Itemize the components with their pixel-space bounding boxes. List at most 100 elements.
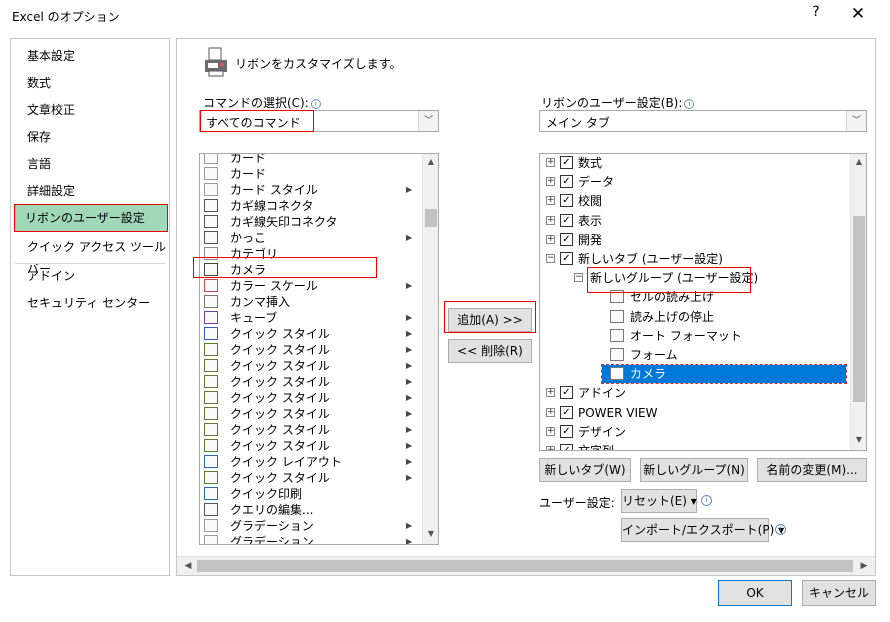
ribbon-tree-item[interactable]: + ✓ データ <box>540 173 846 191</box>
help-button[interactable]: ? <box>806 4 826 26</box>
ribbon-tree-item[interactable]: − 新しいグループ (ユーザー設定) <box>540 269 846 287</box>
ribbon-tree-item[interactable]: + ✓ 表示 <box>540 212 846 230</box>
scroll-left-icon[interactable]: ◀ <box>181 559 195 573</box>
command-list-item[interactable]: クイック スタイル ▶ <box>200 422 420 438</box>
checkbox[interactable]: ✓ <box>560 386 573 400</box>
ribbon-tree-item[interactable]: − ✓ 新しいタブ (ユーザー設定) <box>540 250 846 268</box>
command-list-item[interactable]: クイック レイアウト ▶ <box>200 454 420 470</box>
command-list-item[interactable]: グラデーション ▶ <box>200 518 420 534</box>
command-list-item[interactable]: カギ線コネクタ <box>200 198 420 214</box>
horizontal-scrollbar[interactable]: ◀ ▶ <box>177 556 875 575</box>
nav-item-save[interactable]: 保存 <box>17 126 167 148</box>
command-list-item[interactable]: カード <box>200 166 420 182</box>
command-list-item[interactable]: カラー スケール ▶ <box>200 278 420 294</box>
ribbon-tree-item[interactable]: + ✓ 数式 <box>540 154 846 172</box>
expand-icon[interactable]: + <box>546 407 555 417</box>
checkbox[interactable]: ✓ <box>560 194 573 208</box>
rename-button[interactable]: 名前の変更(M)... <box>757 458 867 482</box>
ribbon-tree-item[interactable]: セルの読み上げ <box>540 288 846 306</box>
checkbox[interactable]: ✓ <box>560 175 573 189</box>
ribbon-tree-item[interactable]: フォーム <box>540 346 846 364</box>
command-list-item[interactable]: カギ線矢印コネクタ <box>200 214 420 230</box>
scroll-thumb[interactable] <box>853 216 865 402</box>
expand-icon[interactable]: + <box>546 196 555 206</box>
scroll-right-icon[interactable]: ▶ <box>857 559 871 573</box>
command-list-item[interactable]: カード スタイル ▶ <box>200 182 420 198</box>
command-list-item[interactable]: かっこ ▶ <box>200 230 420 246</box>
scroll-up-icon[interactable]: ▲ <box>423 154 438 170</box>
nav-item-general[interactable]: 基本設定 <box>17 45 167 67</box>
import-export-button[interactable]: インポート/エクスポート(P) ▾ <box>621 518 784 542</box>
ribbon-scrollbar[interactable]: ▲ ▼ <box>850 154 866 450</box>
command-list-item[interactable]: クイック スタイル ▶ <box>200 390 420 406</box>
reset-button[interactable]: リセット(E) ▾ <box>621 489 697 513</box>
nav-item-addins[interactable]: アドイン <box>17 265 167 287</box>
command-list-item[interactable]: クイック スタイル ▶ <box>200 470 420 486</box>
expand-icon[interactable]: + <box>546 426 555 436</box>
command-list-item[interactable]: カテゴリ <box>200 246 420 262</box>
ribbon-tree-item[interactable]: カメラ <box>601 364 847 385</box>
add-button[interactable]: 追加(A) >> <box>448 308 532 332</box>
ribbon-tree-item[interactable]: + ✓ アドイン <box>540 384 846 402</box>
close-button[interactable]: ✕ <box>848 4 868 26</box>
nav-item-quick-access-toolbar[interactable]: クイック アクセス ツール バー <box>17 236 167 276</box>
collapse-icon[interactable]: − <box>574 273 583 283</box>
expand-icon[interactable]: + <box>546 234 555 244</box>
command-list-item[interactable]: カメラ <box>200 262 420 278</box>
customize-ribbon-dropdown[interactable]: メイン タブ ﹀ <box>539 110 867 132</box>
chevron-down-icon[interactable]: ﹀ <box>418 111 438 131</box>
expand-icon[interactable]: + <box>546 177 555 187</box>
nav-item-formulas[interactable]: 数式 <box>17 72 167 94</box>
ribbon-tree-item[interactable]: + ✓ デザイン <box>540 423 846 441</box>
command-list-item[interactable]: クイック スタイル ▶ <box>200 438 420 454</box>
nav-item-trust-center[interactable]: セキュリティ センター <box>17 292 167 314</box>
ribbon-tree-item[interactable]: + ✓ POWER VIEW <box>540 404 846 422</box>
checkbox[interactable]: ✓ <box>560 213 573 227</box>
scroll-down-icon[interactable]: ▼ <box>851 432 866 448</box>
ribbon-tree-item[interactable]: オート フォーマット <box>540 327 846 345</box>
checkbox[interactable]: ✓ <box>560 156 573 169</box>
command-list-item[interactable]: グラデーション ▶ <box>200 534 420 544</box>
scroll-thumb[interactable] <box>197 560 853 572</box>
chevron-down-icon[interactable]: ﹀ <box>846 111 866 131</box>
nav-item-customize-ribbon[interactable]: リボンのユーザー設定 <box>14 204 168 232</box>
command-list-item[interactable]: クイック スタイル ▶ <box>200 358 420 374</box>
scroll-down-icon[interactable]: ▼ <box>423 526 438 542</box>
command-list-item[interactable]: クイック スタイル ▶ <box>200 342 420 358</box>
collapse-icon[interactable]: − <box>546 254 555 263</box>
new-tab-button[interactable]: 新しいタブ(W) <box>539 458 631 482</box>
scroll-up-icon[interactable]: ▲ <box>851 154 866 170</box>
remove-button[interactable]: << 削除(R) <box>448 339 532 363</box>
commands-scrollbar[interactable]: ▲ ▼ <box>422 154 438 544</box>
command-list-item[interactable]: カード <box>200 154 420 166</box>
expand-icon[interactable]: + <box>546 388 555 398</box>
checkbox[interactable]: ✓ <box>560 252 573 265</box>
ribbon-tree[interactable]: + ✓ 数式 + ✓ データ + ✓ 校閲 + ✓ 表示 + ✓ 開発 − ✓ 新しいタブ (ユーザー設定) − 新し… <box>539 153 867 451</box>
nav-item-proofing[interactable]: 文章校正 <box>17 99 167 121</box>
cancel-button[interactable]: キャンセル <box>802 580 876 606</box>
commands-list[interactable]: カード カード カード スタイル ▶ カギ線コネクタ カギ線矢印コネクタ かっこ ▶ カテゴリカ… <box>199 153 439 545</box>
ribbon-tree-item[interactable]: + ✓ 文字列 <box>540 442 846 450</box>
ribbon-tree-item[interactable]: 読み上げの停止 <box>540 308 846 326</box>
nav-item-language[interactable]: 言語 <box>17 153 167 175</box>
command-list-item[interactable]: クイック スタイル ▶ <box>200 374 420 390</box>
choose-commands-dropdown[interactable]: すべてのコマンド ﹀ <box>199 110 439 132</box>
new-group-button[interactable]: 新しいグループ(N) <box>640 458 748 482</box>
nav-item-advanced[interactable]: 詳細設定 <box>17 180 167 202</box>
command-list-item[interactable]: クイック スタイル ▶ <box>200 406 420 422</box>
command-list-item[interactable]: カンマ挿入 <box>200 294 420 310</box>
checkbox[interactable]: ✓ <box>560 405 573 419</box>
command-list-item[interactable]: キューブ ▶ <box>200 310 420 326</box>
scroll-thumb[interactable] <box>425 209 437 227</box>
checkbox[interactable]: ✓ <box>560 424 573 438</box>
ribbon-tree-item[interactable]: + ✓ 校閲 <box>540 192 846 210</box>
command-list-item[interactable]: クイック印刷 <box>200 486 420 502</box>
ribbon-tree-item[interactable]: + ✓ 開発 <box>540 231 846 249</box>
checkbox[interactable]: ✓ <box>560 444 573 450</box>
checkbox[interactable]: ✓ <box>560 232 573 246</box>
expand-icon[interactable]: + <box>546 446 555 450</box>
command-list-item[interactable]: クエリの編集... <box>200 502 420 518</box>
command-list-item[interactable]: クイック スタイル ▶ <box>200 326 420 342</box>
ok-button[interactable]: OK <box>718 580 792 606</box>
expand-icon[interactable]: + <box>546 215 555 225</box>
